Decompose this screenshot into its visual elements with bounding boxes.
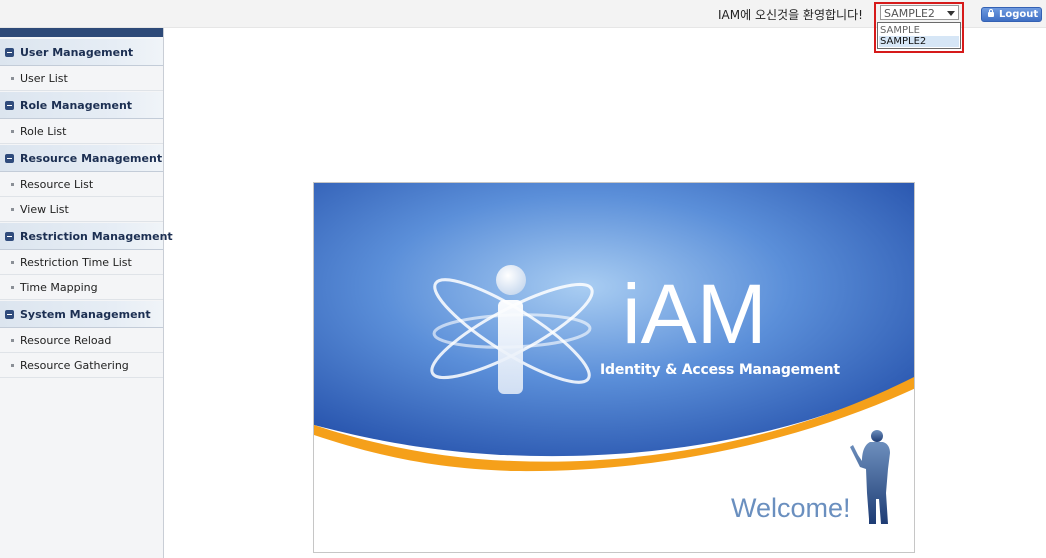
sidebar-item-time-mapping[interactable]: Time Mapping [0, 275, 163, 300]
banner-subtitle: Identity & Access Management [600, 362, 840, 378]
collapse-icon [5, 154, 14, 163]
bullet-icon [11, 364, 14, 367]
logo-text: iAM [622, 267, 767, 361]
category-label: Restriction Management [20, 230, 173, 243]
collapse-icon [5, 101, 14, 110]
lock-icon [988, 9, 994, 17]
bullet-icon [11, 183, 14, 186]
sidebar-item-label: Resource List [20, 178, 94, 191]
sidebar-item-user-list[interactable]: User List [0, 66, 163, 91]
sidebar-item-resource-list[interactable]: Resource List [0, 172, 163, 197]
collapse-icon [5, 48, 14, 57]
bullet-icon [11, 130, 14, 133]
person-silhouette [850, 430, 890, 524]
sidebar-category-restriction-management[interactable]: Restriction Management [0, 223, 173, 250]
sidebar-header-bar [0, 28, 163, 37]
bullet-icon [11, 286, 14, 289]
sidebar-item-label: View List [20, 203, 69, 216]
welcome-banner: iAM Identity & Access Management Welcome… [313, 182, 915, 553]
bullet-icon [11, 339, 14, 342]
sidebar-item-resource-gathering[interactable]: Resource Gathering [0, 353, 163, 378]
sidebar-item-role-list[interactable]: Role List [0, 119, 163, 144]
sidebar-item-label: Resource Reload [20, 334, 112, 347]
sidebar-item-label: Restriction Time List [20, 256, 132, 269]
sidebar-item-label: Time Mapping [20, 281, 98, 294]
welcome-heading: Welcome! [731, 493, 851, 523]
sidebar-category-role-management[interactable]: Role Management [0, 92, 163, 119]
bullet-icon [11, 208, 14, 211]
sidebar-item-label: Resource Gathering [20, 359, 129, 372]
logout-button[interactable]: Logout [981, 7, 1042, 22]
logo-i-stem [498, 300, 523, 394]
sidebar-item-label: User List [20, 72, 68, 85]
sidebar-category-system-management[interactable]: System Management [0, 301, 163, 328]
sidebar-menu: User Management User List Role Managemen… [0, 28, 173, 558]
sidebar-category-resource-management[interactable]: Resource Management [0, 145, 163, 172]
sidebar-item-label: Role List [20, 125, 67, 138]
collapse-icon [5, 310, 14, 319]
category-label: Resource Management [20, 152, 163, 165]
top-bar: IAM에 오신것을 환영합니다! SAMPLE2 SAMPLE SAMPLE2 … [0, 0, 1046, 53]
category-label: Role Management [20, 99, 133, 112]
collapse-icon [5, 232, 14, 241]
sidebar-item-view-list[interactable]: View List [0, 197, 163, 222]
bullet-icon [11, 261, 14, 264]
category-label: System Management [20, 308, 151, 321]
bullet-icon [11, 77, 14, 80]
category-label: User Management [20, 46, 134, 59]
sidebar-item-resource-reload[interactable]: Resource Reload [0, 328, 163, 353]
sidebar-category-user-management[interactable]: User Management [0, 39, 163, 66]
red-highlight-box [874, 2, 964, 53]
sidebar-item-restriction-time-list[interactable]: Restriction Time List [0, 250, 163, 275]
logout-label: Logout [999, 9, 1039, 20]
welcome-message: IAM에 오신것을 환영합니다! [718, 8, 863, 22]
